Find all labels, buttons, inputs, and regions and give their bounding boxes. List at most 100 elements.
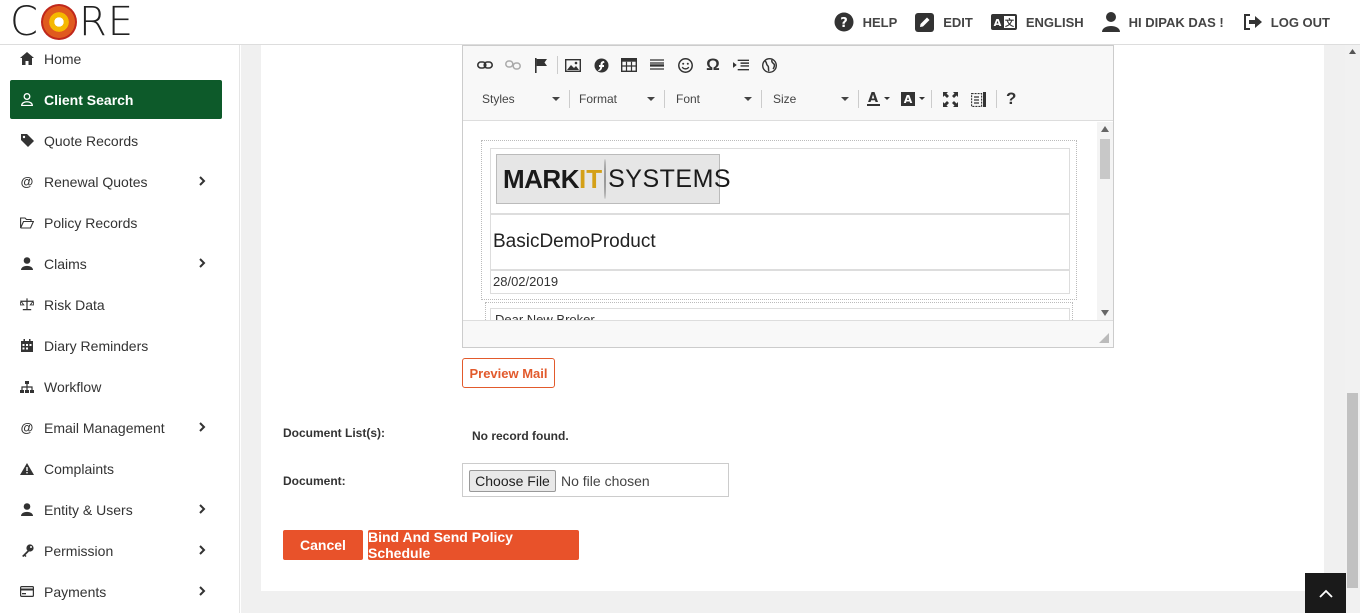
back-to-top-button[interactable] bbox=[1305, 573, 1346, 613]
credit-card-icon bbox=[20, 585, 34, 599]
language-label: ENGLISH bbox=[1025, 14, 1084, 30]
language-link[interactable]: A文 ENGLISH bbox=[990, 14, 1084, 30]
preview-mail-button[interactable]: Preview Mail bbox=[462, 358, 555, 388]
scales-icon bbox=[20, 298, 34, 312]
chevron-down-icon bbox=[647, 97, 655, 101]
image-icon[interactable] bbox=[565, 57, 581, 73]
resize-handle-icon[interactable] bbox=[1099, 333, 1109, 343]
toolbar-separator bbox=[931, 90, 932, 108]
sidebar-item-permission[interactable]: Permission bbox=[10, 531, 222, 570]
folder-open-icon bbox=[20, 216, 34, 230]
scroll-up-icon[interactable] bbox=[1101, 126, 1109, 132]
brand-systems: SYSTEMS bbox=[608, 164, 732, 193]
toolbar-separator bbox=[557, 56, 558, 74]
svg-text:A: A bbox=[994, 18, 1002, 29]
unlink-icon[interactable] bbox=[505, 57, 521, 73]
sidebar-item-label: Home bbox=[44, 50, 82, 67]
user-menu[interactable]: HI DIPAK DAS ! bbox=[1101, 12, 1224, 32]
sidebar-item-client-search[interactable]: Client Search bbox=[10, 80, 222, 119]
edit-link[interactable]: EDIT bbox=[915, 12, 973, 32]
brand-it: IT bbox=[579, 163, 603, 194]
top-bar: C R E ? HELP EDIT A文 ENGLISH HI DIPAK DA… bbox=[0, 0, 1360, 45]
sidebar-item-complaints[interactable]: Complaints bbox=[10, 449, 222, 488]
tag-icon bbox=[20, 134, 34, 148]
editor-scrollbar[interactable] bbox=[1097, 122, 1113, 320]
smiley-icon[interactable] bbox=[677, 57, 693, 73]
format-dropdown[interactable]: Format bbox=[579, 88, 655, 110]
sidebar-item-policy-records[interactable]: Policy Records bbox=[10, 203, 222, 242]
cancel-button[interactable]: Cancel bbox=[283, 530, 363, 560]
globe-icon[interactable] bbox=[761, 57, 777, 73]
sidebar-item-workflow[interactable]: Workflow bbox=[10, 367, 222, 406]
logo-letter-e: E bbox=[107, 0, 135, 45]
background-color-icon[interactable]: A bbox=[901, 91, 927, 107]
document-list-label: Document List(s): bbox=[283, 426, 385, 440]
format-label: Format bbox=[579, 92, 618, 106]
home-icon bbox=[20, 52, 34, 66]
sidebar-item-claims[interactable]: Claims bbox=[10, 244, 222, 283]
user-label: HI DIPAK DAS ! bbox=[1128, 14, 1224, 30]
chevron-down-icon bbox=[841, 97, 849, 101]
brand-mark: MARK bbox=[503, 163, 580, 194]
editor-content-area[interactable]: MARK IT SYSTEMS BasicDemoProduct 28/02/2… bbox=[463, 122, 1097, 320]
date-cell bbox=[490, 270, 1070, 294]
sidebar-item-diary-reminders[interactable]: Diary Reminders bbox=[10, 326, 222, 365]
product-name: BasicDemoProduct bbox=[493, 231, 656, 252]
edit-label: EDIT bbox=[943, 14, 973, 30]
sidebar-item-risk-data[interactable]: Risk Data bbox=[10, 285, 222, 324]
bind-send-policy-schedule-button[interactable]: Bind And Send Policy Schedule bbox=[368, 529, 579, 561]
editor-toolbar: Ω Styles Format Font Size A A ? bbox=[463, 46, 1113, 121]
user-icon bbox=[20, 257, 34, 271]
logout-label: LOG OUT bbox=[1270, 14, 1330, 30]
greeting-text: Dear New Broker bbox=[495, 312, 595, 320]
toolbar-separator bbox=[858, 90, 859, 108]
link-icon[interactable] bbox=[477, 57, 493, 73]
svg-text:A: A bbox=[904, 93, 913, 106]
chevron-right-icon bbox=[199, 545, 206, 555]
scroll-up-icon[interactable] bbox=[1349, 49, 1356, 54]
sidebar-item-email-management[interactable]: @ Email Management bbox=[10, 408, 222, 447]
table-icon[interactable] bbox=[621, 57, 637, 73]
maximize-icon[interactable] bbox=[943, 91, 958, 107]
flash-icon[interactable] bbox=[593, 57, 609, 73]
file-status-text: No file chosen bbox=[561, 473, 650, 489]
page-scroll-thumb[interactable] bbox=[1347, 393, 1358, 588]
chevron-right-icon bbox=[199, 258, 206, 268]
font-dropdown[interactable]: Font bbox=[676, 88, 752, 110]
sidebar-item-payments[interactable]: Payments bbox=[10, 572, 222, 611]
sidebar-item-renewal-quotes[interactable]: @ Renewal Quotes bbox=[10, 162, 222, 201]
help-label: HELP bbox=[862, 14, 898, 30]
logout-icon bbox=[1243, 14, 1262, 30]
horizontal-rule-icon[interactable] bbox=[649, 57, 665, 73]
scroll-down-icon[interactable] bbox=[1101, 310, 1109, 316]
at-icon: @ bbox=[20, 174, 34, 189]
show-blocks-icon[interactable] bbox=[971, 91, 986, 107]
special-char-omega-icon[interactable]: Ω bbox=[705, 55, 721, 74]
size-label: Size bbox=[773, 92, 797, 106]
core-logo[interactable]: C R E bbox=[10, 0, 135, 45]
sidebar-item-label: Email Management bbox=[44, 419, 165, 436]
help-link[interactable]: ? HELP bbox=[834, 12, 898, 32]
sidebar-item-quote-records[interactable]: Quote Records bbox=[10, 121, 222, 160]
text-color-icon[interactable]: A bbox=[867, 91, 891, 107]
sidebar-item-label: Complaints bbox=[44, 460, 115, 477]
editor-scroll-thumb[interactable] bbox=[1100, 139, 1110, 179]
help-question-icon[interactable]: ? bbox=[1006, 89, 1016, 108]
header-nav: ? HELP EDIT A文 ENGLISH HI DIPAK DAS ! LO… bbox=[816, 0, 1330, 44]
styles-dropdown[interactable]: Styles bbox=[482, 88, 560, 110]
toolbar-separator bbox=[996, 90, 997, 108]
logo-letter-c: C bbox=[10, 0, 39, 45]
sitemap-icon bbox=[20, 380, 34, 394]
anchor-flag-icon[interactable] bbox=[533, 57, 549, 73]
page-break-icon[interactable] bbox=[733, 57, 749, 73]
sidebar-item-home[interactable]: Home bbox=[10, 45, 222, 78]
document-list-value: No record found. bbox=[472, 429, 569, 443]
logout-link[interactable]: LOG OUT bbox=[1242, 13, 1330, 31]
choose-file-button[interactable]: Choose File bbox=[469, 470, 556, 492]
page-scrollbar[interactable] bbox=[1345, 45, 1360, 613]
size-dropdown[interactable]: Size bbox=[773, 88, 849, 110]
document-file-input[interactable]: Choose File No file chosen bbox=[462, 463, 729, 497]
sidebar-item-entity-users[interactable]: Entity & Users bbox=[10, 490, 222, 529]
key-icon bbox=[20, 544, 34, 558]
toolbar-separator bbox=[569, 90, 570, 108]
